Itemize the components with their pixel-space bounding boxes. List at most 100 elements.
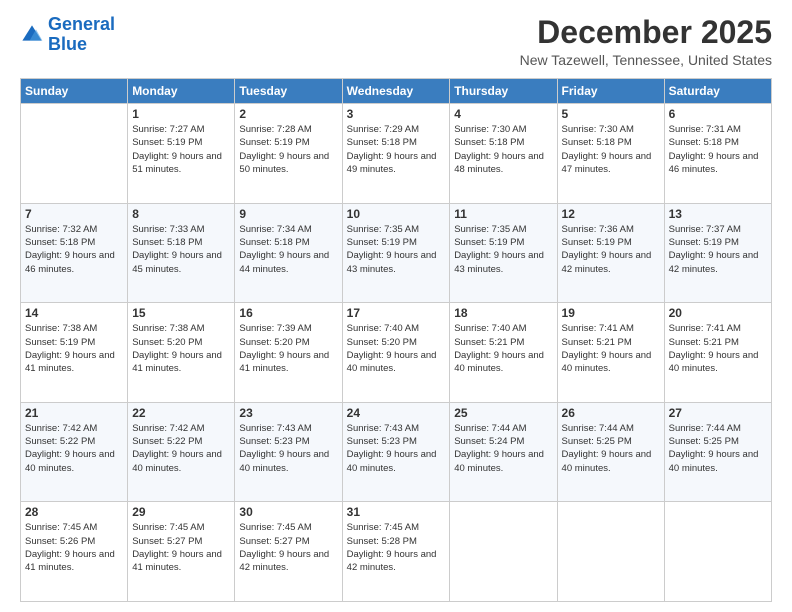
calendar-cell: 19 Sunrise: 7:41 AMSunset: 5:21 PMDayligh… — [557, 303, 664, 403]
day-info: Sunrise: 7:36 AMSunset: 5:19 PMDaylight:… — [562, 223, 660, 276]
calendar-cell — [21, 104, 128, 204]
day-info: Sunrise: 7:42 AMSunset: 5:22 PMDaylight:… — [25, 422, 123, 475]
calendar-cell: 16Sunrise: 7:39 AMSunset: 5:20 PMDayligh… — [235, 303, 342, 403]
day-number: 16 — [239, 306, 337, 320]
day-info: Sunrise: 7:40 AMSunset: 5:21 PMDaylight:… — [454, 322, 552, 375]
day-number: 5 — [562, 107, 660, 121]
day-info: Sunrise: 7:41 AMSunset: 5:21 PMDaylight:… — [562, 322, 660, 375]
day-info: Sunrise: 7:33 AMSunset: 5:18 PMDaylight:… — [132, 223, 230, 276]
calendar-header-monday: Monday — [128, 79, 235, 104]
day-number: 10 — [347, 207, 446, 221]
calendar-cell: 26Sunrise: 7:44 AMSunset: 5:25 PMDayligh… — [557, 402, 664, 502]
day-number: 13 — [669, 207, 767, 221]
day-info: Sunrise: 7:44 AMSunset: 5:25 PMDaylight:… — [562, 422, 660, 475]
calendar-cell: 1 Sunrise: 7:27 AMSunset: 5:19 PMDaylight… — [128, 104, 235, 204]
day-info: Sunrise: 7:43 AMSunset: 5:23 PMDaylight:… — [347, 422, 446, 475]
day-info: Sunrise: 7:30 AMSunset: 5:18 PMDaylight:… — [562, 123, 660, 176]
calendar-week-row: 21 Sunrise: 7:42 AMSunset: 5:22 PMDayligh… — [21, 402, 772, 502]
day-info: Sunrise: 7:42 AMSunset: 5:22 PMDaylight:… — [132, 422, 230, 475]
header: General Blue December 2025 New Tazewell,… — [20, 15, 772, 68]
calendar-cell: 22 Sunrise: 7:42 AMSunset: 5:22 PMDayligh… — [128, 402, 235, 502]
day-number: 30 — [239, 505, 337, 519]
day-info: Sunrise: 7:38 AMSunset: 5:20 PMDaylight:… — [132, 322, 230, 375]
calendar-cell: 27Sunrise: 7:44 AMSunset: 5:25 PMDayligh… — [664, 402, 771, 502]
day-number: 9 — [239, 207, 337, 221]
calendar-week-row: 14Sunrise: 7:38 AMSunset: 5:19 PMDayligh… — [21, 303, 772, 403]
day-number: 3 — [347, 107, 446, 121]
day-number: 7 — [25, 207, 123, 221]
day-info: Sunrise: 7:28 AMSunset: 5:19 PMDaylight:… — [239, 123, 337, 176]
calendar-cell: 20 Sunrise: 7:41 AMSunset: 5:21 PMDayligh… — [664, 303, 771, 403]
calendar-header-tuesday: Tuesday — [235, 79, 342, 104]
day-info: Sunrise: 7:45 AMSunset: 5:27 PMDaylight:… — [239, 521, 337, 574]
calendar-cell: 14Sunrise: 7:38 AMSunset: 5:19 PMDayligh… — [21, 303, 128, 403]
calendar-cell: 23 Sunrise: 7:43 AMSunset: 5:23 PMDayligh… — [235, 402, 342, 502]
calendar-header-row: SundayMondayTuesdayWednesdayThursdayFrid… — [21, 79, 772, 104]
calendar-cell: 31 Sunrise: 7:45 AMSunset: 5:28 PMDayligh… — [342, 502, 450, 602]
day-number: 4 — [454, 107, 552, 121]
page: General Blue December 2025 New Tazewell,… — [0, 0, 792, 612]
logo: General Blue — [20, 15, 115, 55]
logo-icon — [20, 23, 44, 47]
day-number: 24 — [347, 406, 446, 420]
day-info: Sunrise: 7:30 AMSunset: 5:18 PMDaylight:… — [454, 123, 552, 176]
calendar-header-thursday: Thursday — [450, 79, 557, 104]
day-info: Sunrise: 7:44 AMSunset: 5:24 PMDaylight:… — [454, 422, 552, 475]
day-info: Sunrise: 7:43 AMSunset: 5:23 PMDaylight:… — [239, 422, 337, 475]
calendar-header-friday: Friday — [557, 79, 664, 104]
calendar-cell: 5 Sunrise: 7:30 AMSunset: 5:18 PMDaylight… — [557, 104, 664, 204]
calendar-week-row: 1 Sunrise: 7:27 AMSunset: 5:19 PMDaylight… — [21, 104, 772, 204]
day-number: 21 — [25, 406, 123, 420]
calendar-cell: 21 Sunrise: 7:42 AMSunset: 5:22 PMDayligh… — [21, 402, 128, 502]
day-info: Sunrise: 7:38 AMSunset: 5:19 PMDaylight:… — [25, 322, 123, 375]
logo-text: General Blue — [48, 15, 115, 55]
logo-line2: Blue — [48, 34, 87, 54]
calendar-header-sunday: Sunday — [21, 79, 128, 104]
calendar-cell: 13 Sunrise: 7:37 AMSunset: 5:19 PMDayligh… — [664, 203, 771, 303]
day-number: 28 — [25, 505, 123, 519]
calendar-cell: 24 Sunrise: 7:43 AMSunset: 5:23 PMDayligh… — [342, 402, 450, 502]
calendar-week-row: 28 Sunrise: 7:45 AMSunset: 5:26 PMDayligh… — [21, 502, 772, 602]
calendar-cell: 10Sunrise: 7:35 AMSunset: 5:19 PMDayligh… — [342, 203, 450, 303]
day-number: 2 — [239, 107, 337, 121]
day-info: Sunrise: 7:41 AMSunset: 5:21 PMDaylight:… — [669, 322, 767, 375]
day-info: Sunrise: 7:45 AMSunset: 5:27 PMDaylight:… — [132, 521, 230, 574]
calendar-cell — [450, 502, 557, 602]
calendar-cell: 17 Sunrise: 7:40 AMSunset: 5:20 PMDayligh… — [342, 303, 450, 403]
calendar-cell: 18Sunrise: 7:40 AMSunset: 5:21 PMDayligh… — [450, 303, 557, 403]
calendar-cell: 7 Sunrise: 7:32 AMSunset: 5:18 PMDaylight… — [21, 203, 128, 303]
day-number: 22 — [132, 406, 230, 420]
calendar-cell: 25Sunrise: 7:44 AMSunset: 5:24 PMDayligh… — [450, 402, 557, 502]
day-number: 6 — [669, 107, 767, 121]
day-number: 19 — [562, 306, 660, 320]
subtitle: New Tazewell, Tennessee, United States — [520, 52, 772, 68]
day-info: Sunrise: 7:40 AMSunset: 5:20 PMDaylight:… — [347, 322, 446, 375]
day-info: Sunrise: 7:44 AMSunset: 5:25 PMDaylight:… — [669, 422, 767, 475]
day-info: Sunrise: 7:45 AMSunset: 5:26 PMDaylight:… — [25, 521, 123, 574]
day-info: Sunrise: 7:37 AMSunset: 5:19 PMDaylight:… — [669, 223, 767, 276]
calendar-cell: 8 Sunrise: 7:33 AMSunset: 5:18 PMDaylight… — [128, 203, 235, 303]
calendar-header-saturday: Saturday — [664, 79, 771, 104]
calendar-cell: 12 Sunrise: 7:36 AMSunset: 5:19 PMDayligh… — [557, 203, 664, 303]
calendar-cell: 3Sunrise: 7:29 AMSunset: 5:18 PMDaylight… — [342, 104, 450, 204]
calendar-header-wednesday: Wednesday — [342, 79, 450, 104]
day-number: 20 — [669, 306, 767, 320]
day-number: 23 — [239, 406, 337, 420]
day-info: Sunrise: 7:27 AMSunset: 5:19 PMDaylight:… — [132, 123, 230, 176]
day-number: 17 — [347, 306, 446, 320]
day-info: Sunrise: 7:32 AMSunset: 5:18 PMDaylight:… — [25, 223, 123, 276]
day-info: Sunrise: 7:45 AMSunset: 5:28 PMDaylight:… — [347, 521, 446, 574]
day-number: 1 — [132, 107, 230, 121]
calendar-week-row: 7 Sunrise: 7:32 AMSunset: 5:18 PMDaylight… — [21, 203, 772, 303]
day-number: 31 — [347, 505, 446, 519]
calendar-table: SundayMondayTuesdayWednesdayThursdayFrid… — [20, 78, 772, 602]
day-info: Sunrise: 7:34 AMSunset: 5:18 PMDaylight:… — [239, 223, 337, 276]
calendar-cell — [557, 502, 664, 602]
day-number: 8 — [132, 207, 230, 221]
main-title: December 2025 — [520, 15, 772, 50]
day-number: 29 — [132, 505, 230, 519]
calendar-cell: 30 Sunrise: 7:45 AMSunset: 5:27 PMDayligh… — [235, 502, 342, 602]
day-number: 12 — [562, 207, 660, 221]
calendar-cell: 15Sunrise: 7:38 AMSunset: 5:20 PMDayligh… — [128, 303, 235, 403]
title-block: December 2025 New Tazewell, Tennessee, U… — [520, 15, 772, 68]
